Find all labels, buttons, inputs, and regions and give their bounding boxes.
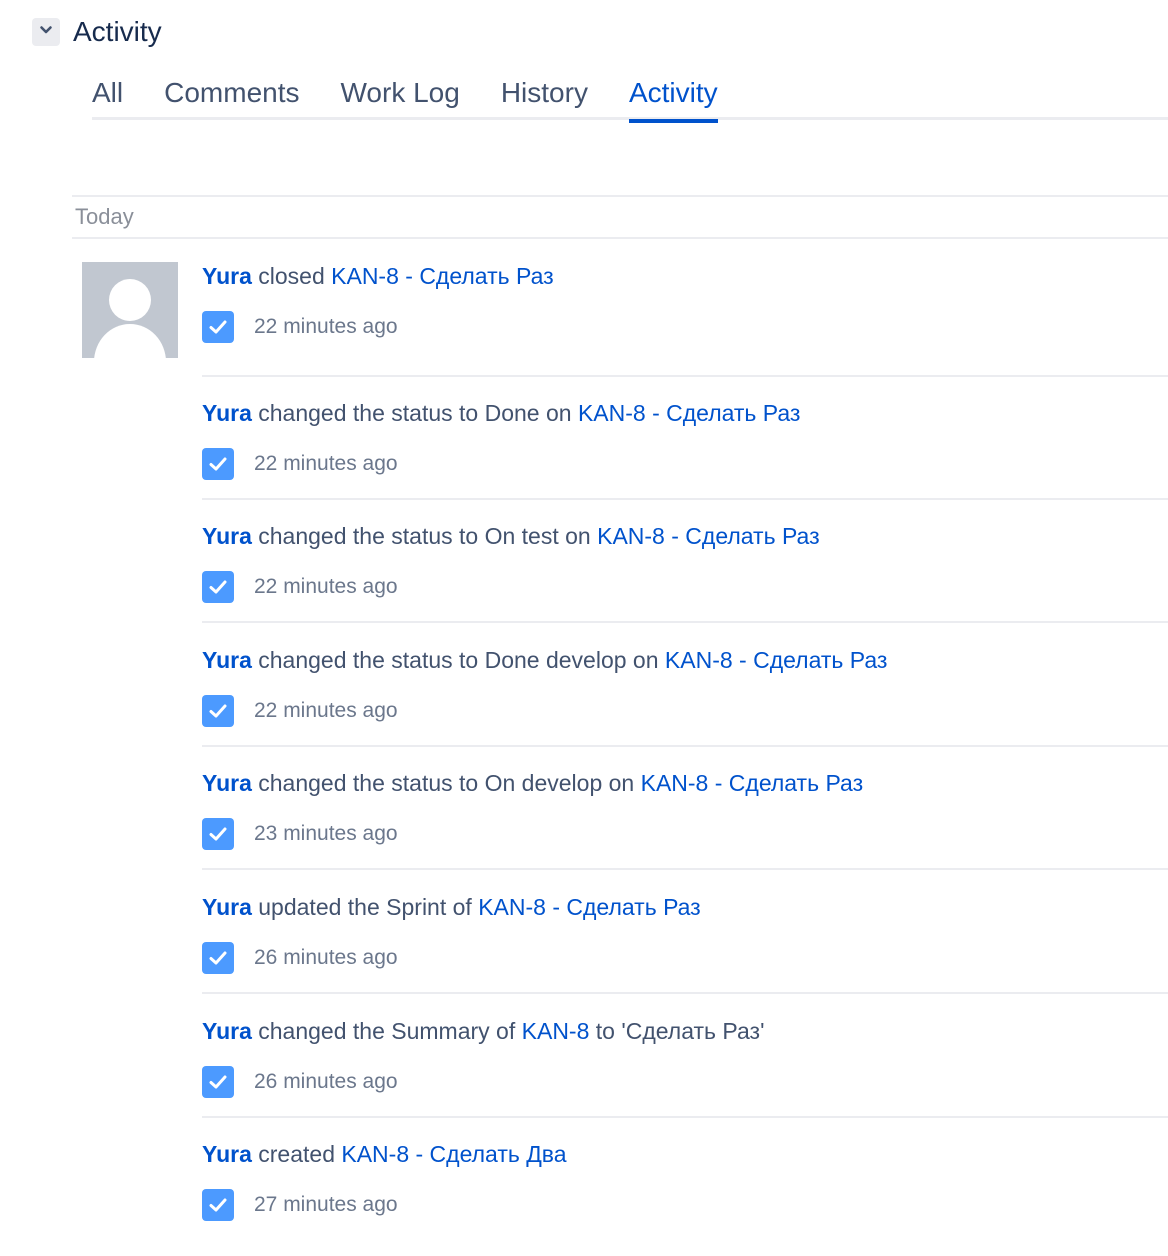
activity-item: Yura changed the status to Done develop …: [202, 645, 1168, 747]
activity-item: Yura changed the Summary of KAN-8 to 'Сд…: [202, 1016, 1168, 1118]
action-text: updated the Sprint of: [258, 894, 472, 920]
activity-timestamp[interactable]: 26 minutes ago: [254, 1070, 398, 1094]
actor-link[interactable]: Yura: [202, 647, 252, 673]
issue-link[interactable]: KAN-8 - Сделать Раз: [331, 263, 554, 289]
avatar[interactable]: [82, 262, 178, 358]
issue-link[interactable]: KAN-8: [522, 1018, 590, 1044]
activity-description: Yura closed KAN-8 - Сделать Раз: [202, 261, 1168, 291]
task-checkbox-icon: [202, 818, 234, 850]
issue-link[interactable]: KAN-8 - Сделать Раз: [641, 770, 864, 796]
action-text: changed the status to Done develop on: [258, 647, 659, 673]
action-text: changed the Summary of: [258, 1018, 516, 1044]
activity-item: Yura changed the status to On test on KA…: [202, 521, 1168, 623]
activity-item: Yura changed the status to Done on KAN-8…: [202, 398, 1168, 500]
activity-meta: 22 minutes ago: [202, 695, 1168, 727]
action-text: closed: [258, 263, 325, 289]
issue-link[interactable]: KAN-8 - Сделать Раз: [665, 647, 888, 673]
tab-activity[interactable]: Activity: [628, 70, 718, 123]
activity-meta: 26 minutes ago: [202, 942, 1168, 974]
activity-description: Yura changed the Summary of KAN-8 to 'Сд…: [202, 1016, 1168, 1046]
activity-meta: 22 minutes ago: [202, 448, 1168, 480]
actor-link[interactable]: Yura: [202, 1141, 252, 1167]
activity-description: Yura created KAN-8 - Сделать Два: [202, 1139, 1168, 1169]
tab-comments[interactable]: Comments: [164, 70, 299, 120]
actor-link[interactable]: Yura: [202, 523, 252, 549]
tab-all[interactable]: All: [92, 70, 123, 120]
activity-meta: 22 minutes ago: [202, 571, 1168, 603]
activity-timestamp[interactable]: 27 minutes ago: [254, 1193, 398, 1217]
tab-work-log[interactable]: Work Log: [341, 70, 460, 120]
tab-history[interactable]: History: [501, 70, 588, 120]
issue-link[interactable]: KAN-8 - Сделать Раз: [597, 523, 820, 549]
actor-link[interactable]: Yura: [202, 400, 252, 426]
actor-link[interactable]: Yura: [202, 770, 252, 796]
issue-link[interactable]: KAN-8 - Сделать Раз: [578, 400, 801, 426]
task-checkbox-icon: [202, 695, 234, 727]
activity-timestamp[interactable]: 22 minutes ago: [254, 699, 398, 723]
activity-meta: 23 minutes ago: [202, 818, 1168, 850]
collapse-toggle-button[interactable]: [32, 18, 60, 46]
activity-section-header: Activity: [32, 14, 162, 50]
actor-link[interactable]: Yura: [202, 1018, 252, 1044]
activity-timestamp[interactable]: 23 minutes ago: [254, 822, 398, 846]
actor-link[interactable]: Yura: [202, 263, 252, 289]
action-text: changed the status to On develop on: [258, 770, 635, 796]
actor-link[interactable]: Yura: [202, 894, 252, 920]
activity-meta: 22 minutes ago: [202, 311, 1168, 343]
default-user-icon: [94, 279, 166, 358]
activity-timestamp[interactable]: 22 minutes ago: [254, 452, 398, 476]
activity-timestamp[interactable]: 26 minutes ago: [254, 946, 398, 970]
activity-description: Yura changed the status to Done on KAN-8…: [202, 398, 1168, 428]
task-checkbox-icon: [202, 942, 234, 974]
activity-meta: 26 minutes ago: [202, 1066, 1168, 1098]
suffix-text: to 'Сделать Раз': [595, 1018, 765, 1044]
issue-link[interactable]: KAN-8 - Сделать Раз: [478, 894, 701, 920]
action-text: changed the status to On test on: [258, 523, 591, 549]
task-checkbox-icon: [202, 1066, 234, 1098]
activity-description: Yura updated the Sprint of KAN-8 - Сдела…: [202, 892, 1168, 922]
activity-item: Yura updated the Sprint of KAN-8 - Сдела…: [202, 892, 1168, 994]
activity-timestamp[interactable]: 22 minutes ago: [254, 315, 398, 339]
activity-tabs: All Comments Work Log History Activity: [92, 70, 1168, 123]
issue-link[interactable]: KAN-8 - Сделать Два: [341, 1141, 566, 1167]
activity-description: Yura changed the status to On test on KA…: [202, 521, 1168, 551]
day-group-header: Today: [72, 195, 1168, 239]
task-checkbox-icon: [202, 1189, 234, 1221]
activity-description: Yura changed the status to On develop on…: [202, 768, 1168, 798]
activity-item: Yura changed the status to On develop on…: [202, 768, 1168, 870]
activity-timestamp[interactable]: 22 minutes ago: [254, 575, 398, 599]
chevron-down-icon: [38, 22, 54, 43]
action-text: created: [258, 1141, 335, 1167]
task-checkbox-icon: [202, 571, 234, 603]
action-text: changed the status to Done on: [258, 400, 572, 426]
activity-meta: 27 minutes ago: [202, 1189, 1168, 1221]
activity-item: Yura closed KAN-8 - Сделать Раз 22 minut…: [202, 261, 1168, 377]
section-title: Activity: [73, 16, 162, 47]
activity-description: Yura changed the status to Done develop …: [202, 645, 1168, 675]
task-checkbox-icon: [202, 448, 234, 480]
task-checkbox-icon: [202, 311, 234, 343]
activity-item: Yura created KAN-8 - Сделать Два 27 minu…: [202, 1139, 1168, 1239]
